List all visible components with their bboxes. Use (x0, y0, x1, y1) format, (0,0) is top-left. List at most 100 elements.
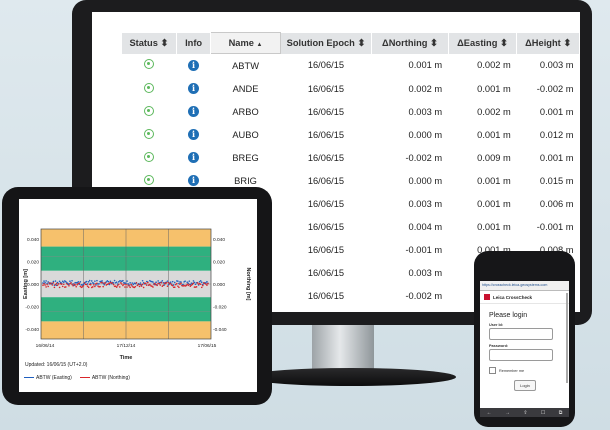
easting-point (200, 281, 203, 284)
northing-point (53, 286, 56, 289)
northing-point (42, 284, 44, 287)
column-header-delta-northing[interactable]: ΔNorthing ⬍ (371, 32, 449, 54)
station-name-cell: AUBO (232, 129, 259, 140)
column-header-info[interactable]: Info (176, 32, 212, 54)
tabs-icon[interactable]: ⧉ (559, 410, 563, 416)
easting-point (79, 281, 82, 283)
solution-epoch-cell: 16/06/15 (307, 106, 345, 117)
northing-point (152, 286, 154, 288)
info-icon[interactable]: i (188, 106, 200, 117)
easting-point (169, 281, 172, 284)
delta-easting-cell: 0.002 m (477, 106, 511, 117)
table-row[interactable]: i AUBO 16/06/15 0.000 m 0.001 m 0.012 m (122, 123, 580, 146)
x-tick-label: 16/06/14 (36, 343, 55, 349)
info-icon[interactable]: i (188, 152, 200, 163)
legend-item-northing[interactable]: ABTW (Northing) (79, 375, 130, 381)
table-row[interactable]: i ARBO 16/06/15 0.003 m 0.002 m 0.001 m (122, 100, 580, 123)
easting-point (45, 280, 47, 282)
northing-point (78, 282, 81, 284)
remember-me-row[interactable]: Remember me (489, 367, 569, 374)
delta-easting-cell: 0.001 m (477, 175, 511, 186)
share-icon[interactable]: ⇧ (523, 410, 527, 416)
solution-epoch-cell: 16/06/15 (280, 307, 372, 312)
northing-point (45, 286, 47, 288)
easting-point (126, 280, 128, 282)
solution-epoch-cell: 16/06/15 (307, 244, 345, 255)
delta-northing-cell: 0.003 m (408, 267, 443, 278)
password-input[interactable] (489, 349, 553, 361)
status-ok-icon[interactable] (144, 128, 155, 139)
back-icon[interactable]: ← (487, 410, 492, 416)
user-id-input[interactable] (489, 328, 553, 340)
leica-logo-icon (484, 294, 490, 300)
easting-point (93, 282, 95, 285)
easting-point (166, 280, 169, 282)
delta-height-cell: 0.006 m (539, 198, 574, 209)
address-bar[interactable]: https://crosscheck.leica-geosystems.com (480, 281, 569, 291)
monitor-stand-base (246, 368, 456, 386)
delta-northing-cell: -0.001 m (405, 244, 443, 255)
status-ok-icon[interactable] (144, 151, 155, 162)
easting-point (112, 282, 115, 284)
station-name-cell: ABTW (232, 60, 259, 71)
northing-point (52, 281, 55, 284)
column-header-status[interactable]: Status ⬍ (122, 32, 177, 54)
northing-point (165, 281, 168, 284)
forward-icon[interactable]: → (505, 410, 510, 416)
northing-point (51, 284, 54, 286)
northing-point (117, 283, 120, 286)
column-header-name[interactable]: Name ▲ (210, 32, 281, 54)
chart-x-label: Time (120, 355, 133, 361)
status-ok-icon[interactable] (144, 82, 155, 93)
status-ok-icon[interactable] (144, 174, 155, 185)
delta-northing-cell: 0.000 m (408, 129, 443, 140)
status-ok-icon[interactable] (144, 59, 155, 70)
easting-point (115, 281, 118, 283)
info-icon[interactable]: i (188, 83, 200, 94)
northing-point (191, 283, 194, 286)
column-header-delta-height[interactable]: ΔHeight ⬍ (516, 32, 580, 54)
scrollbar[interactable] (566, 293, 568, 383)
bookmarks-icon[interactable]: ☐ (541, 410, 545, 416)
northing-point (135, 282, 138, 284)
northing-point (156, 284, 158, 287)
northing-point (60, 283, 63, 285)
delta-easting-cell: 0.002 m (477, 60, 511, 71)
sort-icon: ⬍ (430, 37, 438, 48)
northing-point (166, 285, 169, 287)
y-tick-label-left: 0.020 (27, 259, 39, 265)
easting-point (90, 280, 93, 282)
easting-point (157, 280, 159, 282)
northing-point (74, 284, 76, 286)
solution-epoch-cell: 16/06/15 (307, 60, 345, 71)
easting-point (152, 281, 154, 283)
easting-point (113, 279, 116, 282)
northing-point (58, 286, 61, 289)
delta-easting-cell: 0.001 m (477, 221, 511, 232)
chart-y-label-right: Northing [m] (245, 268, 251, 301)
northing-point (124, 286, 126, 288)
legend-item-easting[interactable]: ABTW (Easting) (24, 375, 72, 381)
delta-northing-cell: 0.003 m (408, 198, 443, 209)
northing-point (173, 286, 176, 289)
northing-point (92, 286, 94, 288)
column-header-delta-easting[interactable]: ΔEasting ⬍ (448, 32, 518, 54)
info-icon[interactable]: i (188, 175, 200, 186)
login-button[interactable]: Login (514, 380, 536, 391)
table-row[interactable]: i ABTW 16/06/15 0.001 m 0.002 m 0.003 m (122, 54, 580, 78)
solution-epoch-cell: 16/06/15 (307, 83, 345, 94)
northing-point (195, 286, 198, 288)
station-name-cell: BREG (232, 152, 259, 163)
delta-height-cell: 0.001 m (539, 106, 574, 117)
remember-me-checkbox[interactable] (489, 367, 496, 374)
info-icon[interactable]: i (188, 59, 200, 71)
table-row[interactable]: i ANDE 16/06/15 0.002 m 0.001 m -0.002 m (122, 77, 580, 100)
status-ok-icon[interactable] (144, 105, 155, 116)
y-tick-label-right: 0.000 (213, 282, 225, 288)
info-icon[interactable]: i (188, 129, 200, 140)
column-header-solution-epoch[interactable]: Solution Epoch ⬍ (280, 32, 373, 54)
y-tick-label-left: 0.040 (27, 237, 39, 243)
easting-point (86, 283, 89, 285)
easting-point (69, 280, 71, 282)
table-row[interactable]: i BREG 16/06/15 -0.002 m 0.009 m 0.001 m (122, 146, 580, 169)
